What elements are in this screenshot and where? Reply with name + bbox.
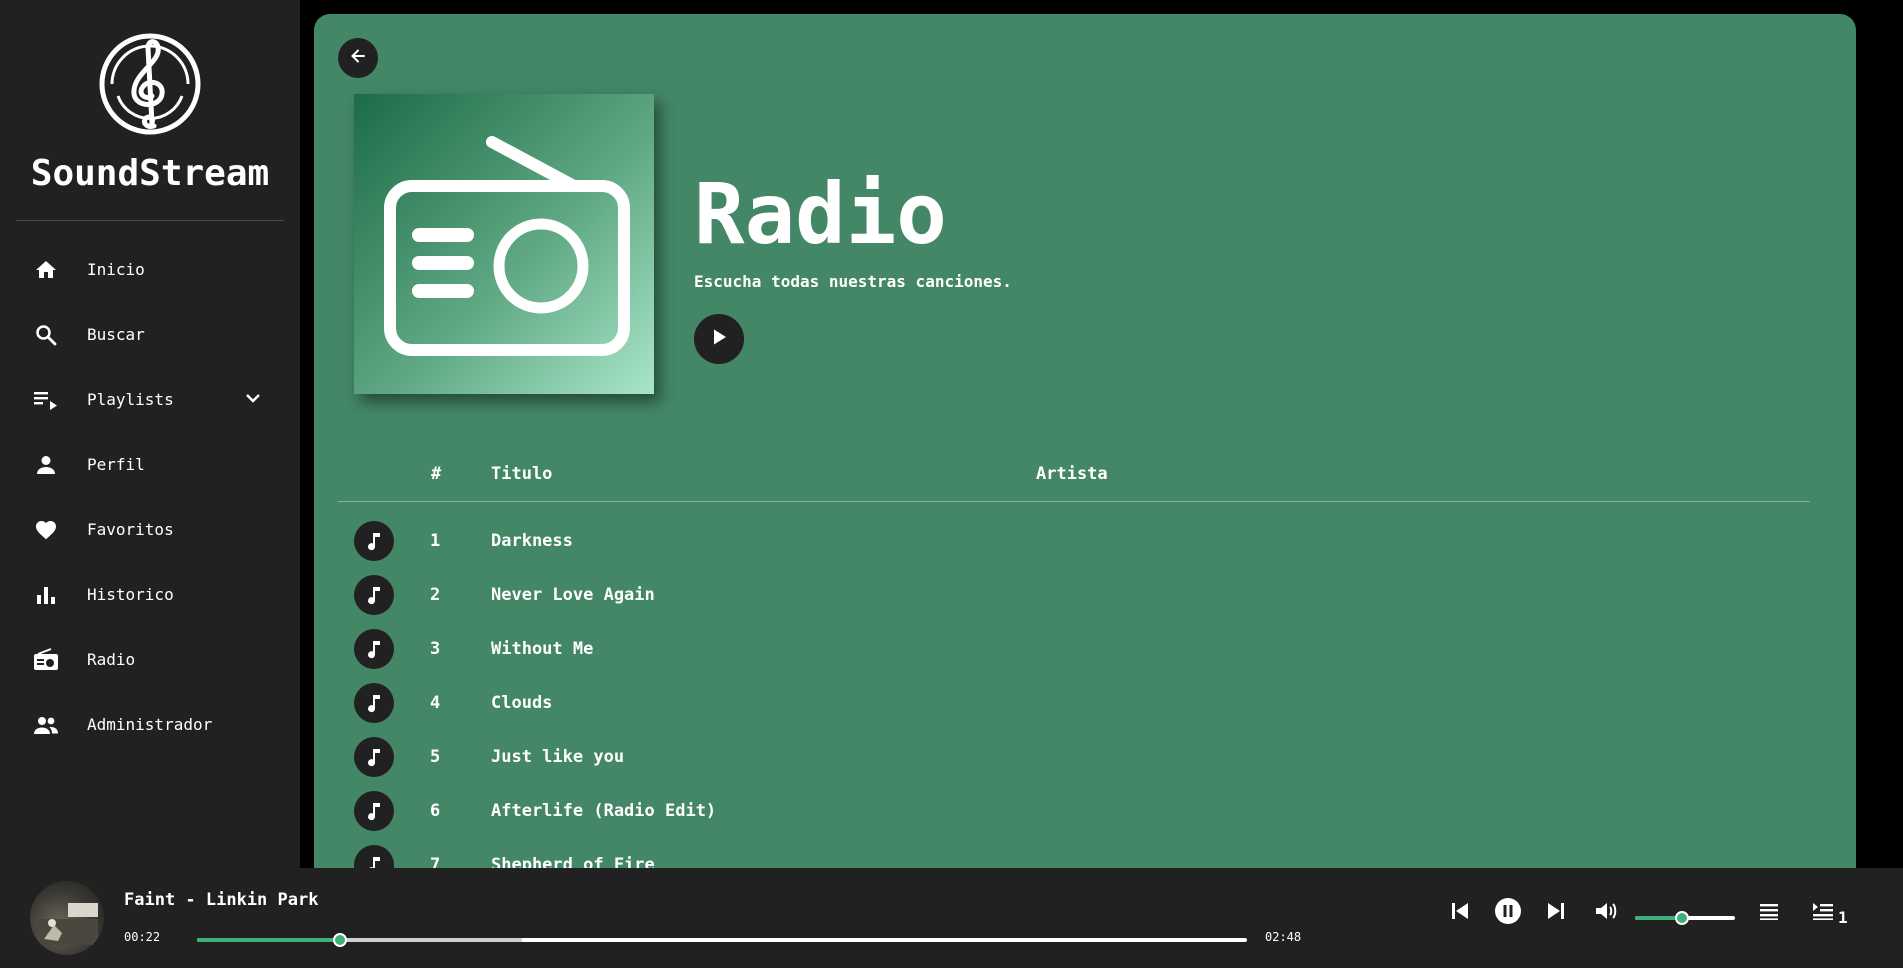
column-title-header: Titulo	[491, 464, 553, 484]
sidebar-nav: Inicio Buscar Playlists Perfil Favoritos…	[0, 237, 300, 757]
album-art	[30, 881, 104, 955]
track-title: Never Love Again	[491, 585, 655, 605]
play-all-button[interactable]	[694, 314, 744, 364]
people-icon	[33, 712, 59, 738]
sidebar-item-label: Playlists	[87, 390, 174, 409]
table-row[interactable]: 2 Never Love Again	[314, 568, 1856, 622]
volume-button[interactable]	[1592, 898, 1622, 928]
table-row[interactable]: 4 Clouds	[314, 676, 1856, 730]
volume-icon	[1594, 900, 1620, 926]
track-title: Clouds	[491, 693, 553, 713]
sidebar-item-label: Favoritos	[87, 520, 174, 539]
track-number: 1	[430, 531, 441, 551]
column-artist-header: Artista	[1036, 464, 1108, 484]
progress-buffer	[339, 938, 523, 942]
chevron-down-icon[interactable]	[244, 389, 262, 411]
music-note-icon[interactable]	[354, 845, 394, 868]
logo	[0, 30, 300, 138]
current-time: 00:22	[124, 930, 161, 944]
music-note-icon[interactable]	[354, 683, 394, 723]
track-number: 7	[430, 855, 441, 868]
player-bar: Faint - Linkin Park 00:22 02:48 1	[0, 868, 1903, 968]
page-title: Radio	[694, 165, 947, 263]
volume-handle[interactable]	[1675, 911, 1689, 925]
sidebar-item-buscar[interactable]: Buscar	[0, 302, 300, 367]
previous-button[interactable]	[1445, 898, 1475, 928]
table-header: # Titulo Artista	[338, 450, 1810, 502]
table-row[interactable]: 7 Shepherd of Fire	[314, 838, 1856, 868]
pause-icon	[1494, 897, 1522, 929]
volume-slider[interactable]	[1635, 911, 1735, 925]
music-note-icon[interactable]	[354, 575, 394, 615]
track-title: Just like you	[491, 747, 625, 767]
sidebar-divider	[16, 220, 284, 221]
play-icon	[709, 327, 729, 351]
next-button[interactable]	[1541, 898, 1571, 928]
sidebar-item-label: Administrador	[87, 715, 213, 734]
total-time: 02:48	[1265, 930, 1302, 944]
music-note-icon[interactable]	[354, 737, 394, 777]
sidebar-item-perfil[interactable]: Perfil	[0, 432, 300, 497]
sidebar-item-label: Radio	[87, 650, 136, 669]
track-number: 6	[430, 801, 441, 821]
queue-icon	[1811, 901, 1835, 925]
progress-handle[interactable]	[332, 933, 347, 947]
track-number: 4	[430, 693, 441, 713]
person-icon	[33, 452, 59, 478]
sidebar-item-favoritos[interactable]: Favoritos	[0, 497, 300, 562]
now-playing-title: Faint - Linkin Park	[124, 890, 319, 910]
radio-icon	[384, 136, 630, 356]
track-number: 3	[430, 639, 441, 659]
progress-fill	[197, 938, 340, 942]
skip-next-icon	[1545, 900, 1567, 926]
queue-count-badge: 1	[1838, 908, 1848, 927]
track-title: Afterlife (Radio Edit)	[491, 801, 717, 821]
table-row[interactable]: 5 Just like you	[314, 730, 1856, 784]
sidebar-item-playlists[interactable]: Playlists	[0, 367, 300, 432]
track-list: 1 Darkness 2 Never Love Again 3 Without …	[314, 514, 1856, 868]
radio-icon	[33, 647, 59, 673]
skip-previous-icon	[1449, 900, 1471, 926]
playlist-cover	[354, 94, 654, 394]
track-number: 2	[430, 585, 441, 605]
sidebar-item-historico[interactable]: Historico	[0, 562, 300, 627]
track-title: Shepherd of Fire	[491, 855, 655, 868]
track-title: Darkness	[491, 531, 573, 551]
home-icon	[33, 257, 59, 283]
list-icon	[1758, 901, 1780, 925]
sidebar-item-label: Perfil	[87, 455, 145, 474]
sidebar-item-inicio[interactable]: Inicio	[0, 237, 300, 302]
back-button[interactable]	[338, 38, 378, 78]
sidebar-item-administrador[interactable]: Administrador	[0, 692, 300, 757]
arrow-left-icon	[349, 47, 367, 69]
pause-button[interactable]	[1493, 898, 1523, 928]
track-title: Without Me	[491, 639, 594, 659]
sidebar-item-label: Buscar	[87, 325, 145, 344]
playlist-icon	[33, 387, 59, 413]
sidebar-item-label: Historico	[87, 585, 174, 604]
sidebar-item-radio[interactable]: Radio	[0, 627, 300, 692]
sidebar-item-label: Inicio	[87, 260, 145, 279]
music-note-icon[interactable]	[354, 629, 394, 669]
queue-list-button[interactable]	[1754, 898, 1784, 928]
track-number: 5	[430, 747, 441, 767]
bar-chart-icon	[33, 582, 59, 608]
sidebar: SoundStream Inicio Buscar Playlists Perf…	[0, 0, 300, 868]
page-subtitle: Escucha todas nuestras canciones.	[694, 272, 1012, 291]
search-icon	[33, 322, 59, 348]
table-row[interactable]: 6 Afterlife (Radio Edit)	[314, 784, 1856, 838]
music-note-icon[interactable]	[354, 521, 394, 561]
table-row[interactable]: 1 Darkness	[314, 514, 1856, 568]
progress-bar[interactable]	[197, 933, 1247, 947]
treble-clef-logo-icon	[99, 33, 201, 135]
queue-button[interactable]	[1808, 898, 1838, 928]
main-panel: Radio Escucha todas nuestras canciones. …	[314, 14, 1856, 868]
heart-icon	[33, 517, 59, 543]
table-row[interactable]: 3 Without Me	[314, 622, 1856, 676]
music-note-icon[interactable]	[354, 791, 394, 831]
column-number-header: #	[431, 464, 442, 484]
brand-name: SoundStream	[30, 153, 270, 194]
